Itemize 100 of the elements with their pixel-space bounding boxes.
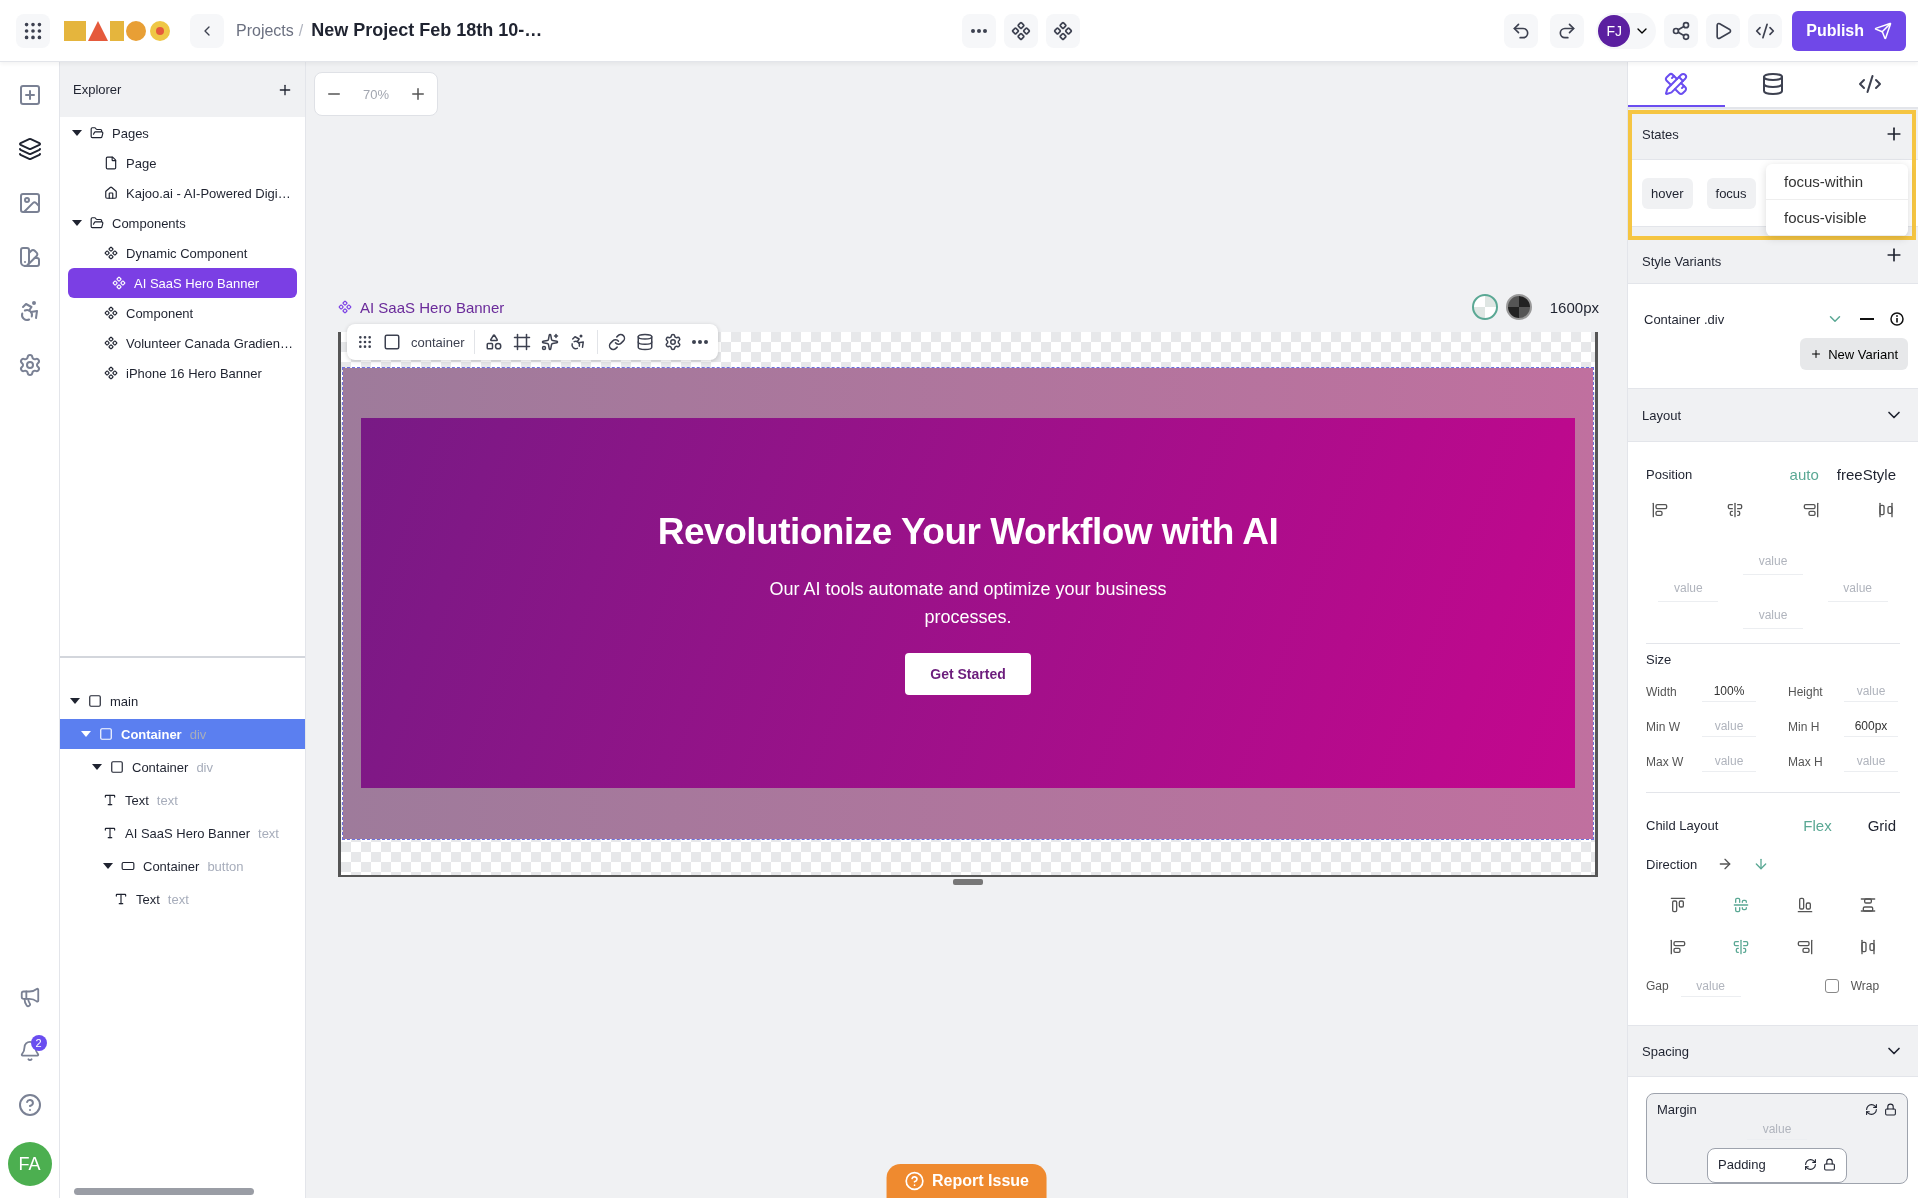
layer-item[interactable]: Container button (60, 851, 305, 881)
database-icon (636, 333, 655, 351)
share-button[interactable] (1664, 13, 1699, 48)
layer-item[interactable]: AI SaaS Hero Banner text (60, 818, 305, 848)
layer-item[interactable]: Container div (60, 752, 305, 782)
megaphone-icon (18, 986, 41, 1008)
layer-item[interactable]: main (60, 686, 305, 716)
tree-item[interactable]: Pages (60, 118, 305, 148)
tree-item[interactable]: Component (60, 298, 305, 328)
caret-icon (72, 130, 82, 136)
size-field[interactable]: 100% (1702, 681, 1756, 702)
margin-field[interactable]: value (1747, 1119, 1807, 1140)
field-label: Min H (1788, 719, 1821, 734)
sparkles-icon (541, 333, 560, 351)
align-left-icon (1669, 939, 1686, 955)
offset-field[interactable]: value (1827, 575, 1888, 602)
size-field[interactable]: value (1702, 716, 1756, 737)
layer-item[interactable]: Container div (60, 719, 305, 749)
size-field[interactable]: value (1844, 751, 1898, 772)
align-button[interactable] (1727, 502, 1744, 518)
item-tag: text (258, 825, 279, 841)
layer-item[interactable]: Text text (60, 785, 305, 815)
align-button[interactable] (1860, 897, 1877, 913)
user-menu-button[interactable]: FJ (1596, 12, 1657, 49)
size-field[interactable]: 600px (1844, 716, 1898, 737)
more-icon (971, 28, 988, 33)
item-label: Pages (112, 125, 149, 141)
tree-item[interactable]: Dynamic Component (60, 238, 305, 268)
section-subtitle: Size (1646, 652, 1673, 667)
size-field[interactable]: value (1702, 751, 1756, 772)
item-label: AI SaaS Hero Banner (134, 275, 260, 291)
item-label: Container (121, 726, 182, 742)
field-label: Wrap (1850, 979, 1880, 993)
mode-option[interactable]: Grid (1863, 816, 1900, 834)
item-label: Text (125, 792, 149, 808)
align-button[interactable] (1878, 502, 1894, 518)
align-right-icon (1802, 502, 1819, 518)
swatch-book-icon (17, 245, 42, 269)
align-bottom-icon (1796, 897, 1813, 913)
component-icon (338, 300, 352, 314)
align-button[interactable] (1860, 939, 1877, 955)
align-button[interactable] (1796, 897, 1813, 913)
lock-icon (1884, 1103, 1897, 1116)
viewport-width: 1600px (1549, 298, 1599, 316)
redo-button[interactable] (1550, 13, 1585, 48)
section-title: Layout (1642, 407, 1682, 423)
notifications-button[interactable]: 2 (12, 1034, 47, 1068)
frame-label: AI SaaS Hero Banner (360, 298, 505, 316)
state-chip[interactable]: focus (1706, 177, 1756, 209)
get-started-button[interactable]: Get Started (905, 653, 1031, 695)
theme-toggle[interactable] (1471, 294, 1498, 320)
more-button[interactable] (962, 13, 997, 48)
apps-menu-button[interactable] (16, 13, 50, 48)
tree-item[interactable]: iPhone 16 Hero Banner (60, 358, 305, 388)
tree-item[interactable]: AI SaaS Hero Banner (68, 268, 297, 298)
field-label: Max H (1788, 754, 1824, 769)
tree-item[interactable]: Components (60, 208, 305, 238)
component-button[interactable] (1046, 13, 1081, 48)
breadcrumb-link[interactable]: Projects (236, 21, 294, 40)
code-button[interactable] (1748, 13, 1783, 48)
publish-button[interactable]: Publish (1792, 10, 1906, 51)
wrap-checkbox[interactable] (1824, 979, 1839, 993)
item-label: AI SaaS Hero Banner (125, 825, 251, 841)
undo-button[interactable] (1504, 13, 1539, 48)
component-button[interactable] (1004, 13, 1039, 48)
new-variant-button[interactable]: New Variant (1800, 338, 1908, 370)
item-label: Component (126, 305, 194, 321)
tree-item[interactable]: Kajoo.ai - AI-Powered Digi… (60, 178, 305, 208)
preview-button[interactable] (1706, 13, 1741, 48)
caret-icon (72, 220, 82, 226)
element-label: container (411, 334, 465, 350)
box-label: Margin (1657, 1102, 1697, 1117)
align-button[interactable] (1796, 939, 1813, 955)
file-icon (104, 156, 118, 170)
offset-field[interactable]: value (1743, 548, 1803, 575)
align-button[interactable] (1652, 502, 1668, 518)
field-label: Height (1788, 684, 1824, 699)
align-button[interactable] (1669, 939, 1686, 955)
component-icon (104, 336, 118, 350)
menu-item[interactable]: focus-within (1766, 164, 1908, 200)
gap-field[interactable]: value (1680, 975, 1741, 997)
layers-icon (17, 137, 42, 161)
state-chip[interactable]: hover (1642, 177, 1693, 209)
offset-field[interactable]: value (1743, 602, 1803, 629)
size-field[interactable]: value (1844, 681, 1898, 702)
plus-icon[interactable] (409, 85, 427, 103)
offset-field[interactable]: value (1658, 575, 1719, 602)
hero-heading: Revolutionize Your Workflow with AI (657, 511, 1279, 553)
tree-item[interactable]: Volunteer Canada Gradien… (60, 328, 305, 358)
mode-option[interactable]: freeStyle (1832, 465, 1900, 483)
square-icon (110, 760, 124, 774)
resize-handle[interactable] (953, 879, 983, 885)
variant-name: Container .div (1644, 311, 1725, 327)
item-label: Dynamic Component (126, 245, 248, 261)
theme-toggle[interactable] (1505, 294, 1532, 320)
layer-item[interactable]: Text text (60, 884, 305, 914)
tree-item[interactable]: Page (60, 148, 305, 178)
item-tag: button (207, 858, 244, 874)
align-button[interactable] (1669, 897, 1686, 913)
align-button[interactable] (1802, 502, 1819, 518)
